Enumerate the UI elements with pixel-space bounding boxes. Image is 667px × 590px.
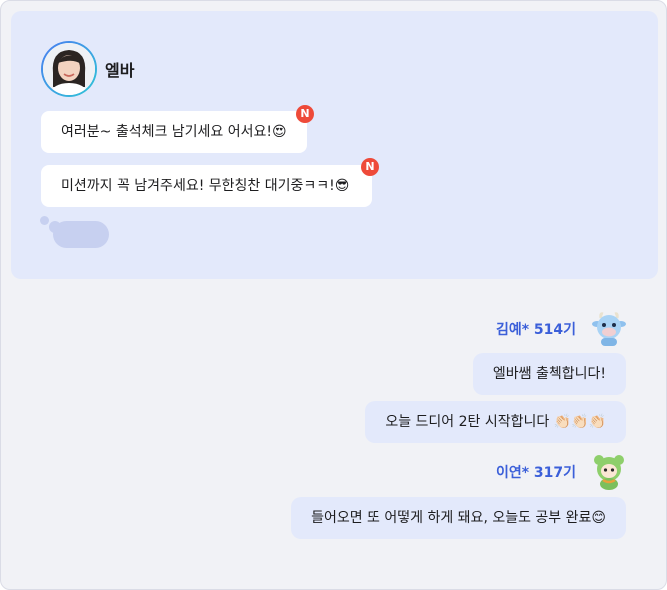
user-message-bubble: 오늘 드디어 2탄 시작합니다 👏🏻👏🏻👏🏻 (365, 401, 626, 443)
new-badge: N (296, 105, 314, 123)
host-header: 엘바 (41, 41, 134, 97)
host-avatar (41, 41, 97, 97)
host-avatar-photo (43, 43, 95, 95)
host-message-text: 미션까지 꼭 남겨주세요! 무한칭찬 대기중ㅋㅋ!😎 (61, 178, 350, 194)
user-message-text: 오늘 드디어 2탄 시작합니다 👏🏻👏🏻👏🏻 (385, 414, 606, 430)
new-badge: N (361, 158, 379, 176)
user-message-text: 엘바쌤 출첵합니다! (492, 366, 606, 382)
user-message-bubble: 엘바쌤 출첵합니다! (472, 353, 626, 395)
user-avatar (590, 310, 628, 348)
user-avatar (590, 453, 628, 491)
host-message-text: 여러분~ 출석체크 남기세요 어서요!😍 (61, 124, 287, 140)
user-message-text: 들어오면 또 어떻게 하게 돼요, 오늘도 공부 완료😊 (311, 510, 606, 526)
host-message-bubble: 여러분~ 출석체크 남기세요 어서요!😍 (41, 111, 307, 153)
user-name: 김예* 514기 (495, 322, 576, 338)
chat-window: 엘바 여러분~ 출석체크 남기세요 어서요!😍 N 미션까지 꼭 남겨주세요! … (0, 0, 667, 590)
user-header: 이연* 317기 (496, 453, 628, 491)
green-bear-icon (594, 455, 624, 490)
typing-bubble (53, 221, 109, 248)
host-message-panel: 엘바 여러분~ 출석체크 남기세요 어서요!😍 N 미션까지 꼭 남겨주세요! … (11, 11, 658, 279)
host-name: 엘바 (105, 61, 135, 80)
user-message-bubble: 들어오면 또 어떻게 하게 돼요, 오늘도 공부 완료😊 (291, 497, 626, 539)
person-icon (43, 43, 95, 95)
user-name: 이연* 317기 (495, 465, 576, 481)
blue-cow-icon (592, 312, 626, 346)
host-message-bubble: 미션까지 꼭 남겨주세요! 무한칭찬 대기중ㅋㅋ!😎 (41, 165, 372, 207)
typing-dot (40, 216, 49, 225)
user-header: 김예* 514기 (496, 310, 628, 348)
